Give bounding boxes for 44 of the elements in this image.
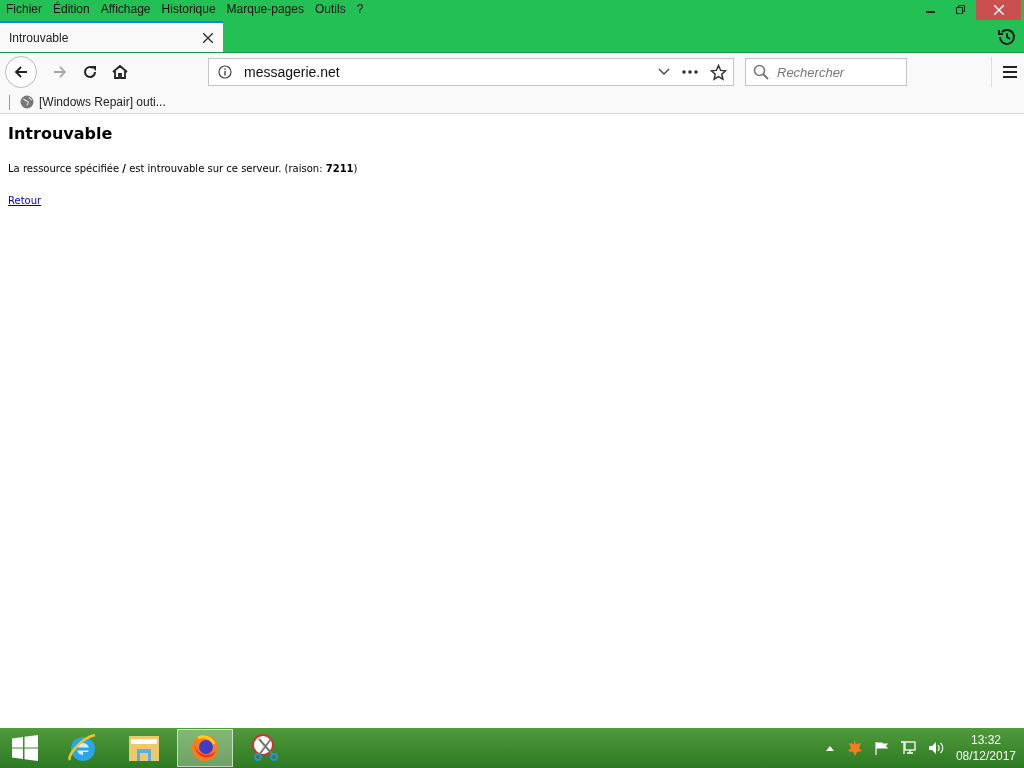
star-icon[interactable] bbox=[710, 63, 727, 81]
browser-tab[interactable]: Introuvable bbox=[0, 21, 223, 52]
fox-globe-icon bbox=[190, 733, 220, 763]
clock[interactable]: 13:32 08/12/2017 bbox=[955, 732, 1016, 764]
info-icon[interactable] bbox=[218, 65, 232, 79]
url-text: messagerie.net bbox=[244, 64, 340, 80]
back-link[interactable]: Retour bbox=[8, 195, 42, 206]
scissors-icon bbox=[251, 733, 281, 763]
url-field[interactable]: messagerie.net bbox=[208, 58, 734, 86]
clock-date: 08/12/2017 bbox=[955, 748, 1016, 764]
speaker-icon[interactable] bbox=[927, 741, 944, 755]
menu-item[interactable]: Outils bbox=[314, 2, 346, 16]
menu-item[interactable]: ? bbox=[356, 2, 364, 16]
close-button[interactable] bbox=[976, 0, 1021, 20]
search-icon bbox=[753, 64, 769, 80]
search-field[interactable]: Rechercher bbox=[745, 58, 907, 86]
close-icon[interactable] bbox=[203, 32, 213, 43]
more-icon[interactable] bbox=[682, 70, 698, 74]
tab-title: Introuvable bbox=[9, 30, 70, 45]
network-icon[interactable] bbox=[899, 741, 916, 755]
error-message: La ressource spécifiée / est introuvable sur ce serveur. (raison: 7211) bbox=[8, 163, 359, 174]
flag-icon[interactable] bbox=[873, 741, 888, 755]
history-icon[interactable] bbox=[998, 27, 1016, 46]
caret-up-icon[interactable] bbox=[825, 745, 834, 751]
menu-item[interactable]: Édition bbox=[53, 2, 90, 16]
home-icon[interactable] bbox=[112, 64, 128, 80]
taskbar-app[interactable] bbox=[177, 729, 233, 767]
reload-icon[interactable] bbox=[82, 64, 98, 80]
menu-item[interactable]: Affichage bbox=[100, 2, 151, 16]
menu-icon[interactable] bbox=[1003, 66, 1017, 78]
page-heading: Introuvable bbox=[8, 124, 114, 143]
menu-item[interactable]: Fichier bbox=[6, 2, 42, 16]
folder-icon bbox=[128, 733, 160, 763]
back-button[interactable] bbox=[5, 56, 37, 88]
bookmark-item[interactable]: [Windows Repair] outi... bbox=[20, 95, 166, 109]
clock-time: 13:32 bbox=[970, 732, 1001, 748]
menu-item[interactable]: Historique bbox=[161, 2, 216, 16]
chevron-down-icon[interactable] bbox=[658, 68, 670, 76]
close-icon bbox=[993, 5, 1004, 15]
restore-icon bbox=[956, 5, 966, 15]
windows-logo-icon[interactable] bbox=[12, 735, 38, 761]
globe-icon bbox=[20, 95, 34, 109]
menu-item[interactable]: Marque-pages bbox=[226, 2, 304, 16]
arrow-left-icon bbox=[13, 64, 29, 80]
